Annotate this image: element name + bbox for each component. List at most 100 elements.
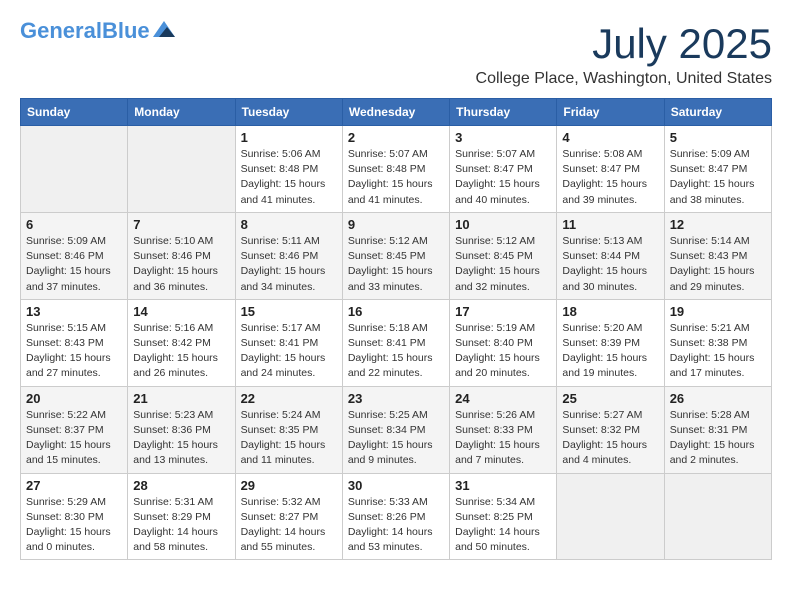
calendar-cell: 24Sunrise: 5:26 AMSunset: 8:33 PMDayligh… <box>450 386 557 473</box>
day-number: 9 <box>348 217 444 232</box>
calendar-cell: 5 Sunrise: 5:09 AMSunset: 8:47 PMDaylight… <box>664 126 771 213</box>
day-info: Sunrise: 5:06 AMSunset: 8:48 PMDaylight:… <box>241 147 337 208</box>
calendar-cell: 31 Sunrise: 5:34 AMSunset: 8:25 PMDayligh… <box>450 473 557 560</box>
day-number: 18 <box>562 304 658 319</box>
day-info: Sunrise: 5:34 AMSunset: 8:25 PMDaylight:… <box>455 495 551 556</box>
calendar-cell: 21Sunrise: 5:23 AMSunset: 8:36 PMDayligh… <box>128 386 235 473</box>
day-number: 23 <box>348 391 444 406</box>
day-info: Sunrise: 5:19 AMSunset: 8:40 PMDaylight:… <box>455 321 551 382</box>
logo-icon <box>153 21 175 37</box>
day-number: 25 <box>562 391 658 406</box>
day-info: Sunrise: 5:10 AMSunset: 8:46 PMDaylight:… <box>133 234 229 295</box>
day-number: 20 <box>26 391 122 406</box>
day-number: 6 <box>26 217 122 232</box>
calendar-cell: 29 Sunrise: 5:32 AMSunset: 8:27 PMDayligh… <box>235 473 342 560</box>
day-info: Sunrise: 5:08 AMSunset: 8:47 PMDaylight:… <box>562 147 658 208</box>
week-row-4: 27Sunrise: 5:29 AMSunset: 8:30 PMDayligh… <box>21 473 772 560</box>
calendar-cell: 8 Sunrise: 5:11 AMSunset: 8:46 PMDaylight… <box>235 212 342 299</box>
day-info: Sunrise: 5:33 AMSunset: 8:26 PMDaylight:… <box>348 495 444 556</box>
calendar-cell: 27Sunrise: 5:29 AMSunset: 8:30 PMDayligh… <box>21 473 128 560</box>
day-number: 12 <box>670 217 766 232</box>
calendar-cell: 22 Sunrise: 5:24 AMSunset: 8:35 PMDayligh… <box>235 386 342 473</box>
calendar-cell: 28 Sunrise: 5:31 AMSunset: 8:29 PMDayligh… <box>128 473 235 560</box>
logo-general: General <box>20 18 102 43</box>
day-number: 17 <box>455 304 551 319</box>
calendar-cell: 17 Sunrise: 5:19 AMSunset: 8:40 PMDayligh… <box>450 299 557 386</box>
header-day-sunday: Sunday <box>21 99 128 126</box>
day-info: Sunrise: 5:28 AMSunset: 8:31 PMDaylight:… <box>670 408 766 469</box>
header-day-friday: Friday <box>557 99 664 126</box>
calendar-cell: 7 Sunrise: 5:10 AMSunset: 8:46 PMDaylight… <box>128 212 235 299</box>
day-number: 3 <box>455 130 551 145</box>
week-row-0: 1 Sunrise: 5:06 AMSunset: 8:48 PMDaylight… <box>21 126 772 213</box>
day-info: Sunrise: 5:07 AMSunset: 8:47 PMDaylight:… <box>455 147 551 208</box>
day-info: Sunrise: 5:09 AMSunset: 8:46 PMDaylight:… <box>26 234 122 295</box>
day-number: 28 <box>133 478 229 493</box>
day-number: 31 <box>455 478 551 493</box>
calendar-cell: 26 Sunrise: 5:28 AMSunset: 8:31 PMDayligh… <box>664 386 771 473</box>
calendar-cell: 16 Sunrise: 5:18 AMSunset: 8:41 PMDayligh… <box>342 299 449 386</box>
day-info: Sunrise: 5:17 AMSunset: 8:41 PMDaylight:… <box>241 321 337 382</box>
day-info: Sunrise: 5:24 AMSunset: 8:35 PMDaylight:… <box>241 408 337 469</box>
logo: GeneralBlue <box>20 20 175 42</box>
day-info: Sunrise: 5:13 AMSunset: 8:44 PMDaylight:… <box>562 234 658 295</box>
day-number: 15 <box>241 304 337 319</box>
calendar-cell: 14Sunrise: 5:16 AMSunset: 8:42 PMDayligh… <box>128 299 235 386</box>
calendar-cell: 13Sunrise: 5:15 AMSunset: 8:43 PMDayligh… <box>21 299 128 386</box>
page-header: GeneralBlue July 2025 College Place, Was… <box>20 20 772 88</box>
calendar-cell: 1 Sunrise: 5:06 AMSunset: 8:48 PMDaylight… <box>235 126 342 213</box>
day-number: 29 <box>241 478 337 493</box>
week-row-2: 13Sunrise: 5:15 AMSunset: 8:43 PMDayligh… <box>21 299 772 386</box>
day-number: 8 <box>241 217 337 232</box>
header-day-saturday: Saturday <box>664 99 771 126</box>
calendar-cell: 20 Sunrise: 5:22 AMSunset: 8:37 PMDayligh… <box>21 386 128 473</box>
day-info: Sunrise: 5:32 AMSunset: 8:27 PMDaylight:… <box>241 495 337 556</box>
calendar-cell: 4 Sunrise: 5:08 AMSunset: 8:47 PMDaylight… <box>557 126 664 213</box>
day-number: 26 <box>670 391 766 406</box>
day-info: Sunrise: 5:11 AMSunset: 8:46 PMDaylight:… <box>241 234 337 295</box>
calendar-cell: 3 Sunrise: 5:07 AMSunset: 8:47 PMDaylight… <box>450 126 557 213</box>
day-info: Sunrise: 5:12 AMSunset: 8:45 PMDaylight:… <box>348 234 444 295</box>
calendar-cell: 19 Sunrise: 5:21 AMSunset: 8:38 PMDayligh… <box>664 299 771 386</box>
day-info: Sunrise: 5:31 AMSunset: 8:29 PMDaylight:… <box>133 495 229 556</box>
day-number: 1 <box>241 130 337 145</box>
day-info: Sunrise: 5:18 AMSunset: 8:41 PMDaylight:… <box>348 321 444 382</box>
calendar-cell: 6 Sunrise: 5:09 AMSunset: 8:46 PMDaylight… <box>21 212 128 299</box>
day-number: 5 <box>670 130 766 145</box>
day-info: Sunrise: 5:27 AMSunset: 8:32 PMDaylight:… <box>562 408 658 469</box>
day-number: 4 <box>562 130 658 145</box>
day-info: Sunrise: 5:09 AMSunset: 8:47 PMDaylight:… <box>670 147 766 208</box>
day-info: Sunrise: 5:23 AMSunset: 8:36 PMDaylight:… <box>133 408 229 469</box>
day-number: 7 <box>133 217 229 232</box>
day-number: 13 <box>26 304 122 319</box>
calendar-cell <box>664 473 771 560</box>
day-number: 10 <box>455 217 551 232</box>
calendar-body: 1 Sunrise: 5:06 AMSunset: 8:48 PMDaylight… <box>21 126 772 560</box>
day-info: Sunrise: 5:14 AMSunset: 8:43 PMDaylight:… <box>670 234 766 295</box>
calendar-cell: 23Sunrise: 5:25 AMSunset: 8:34 PMDayligh… <box>342 386 449 473</box>
header-day-tuesday: Tuesday <box>235 99 342 126</box>
day-info: Sunrise: 5:22 AMSunset: 8:37 PMDaylight:… <box>26 408 122 469</box>
day-number: 24 <box>455 391 551 406</box>
calendar-cell: 9 Sunrise: 5:12 AMSunset: 8:45 PMDaylight… <box>342 212 449 299</box>
day-number: 19 <box>670 304 766 319</box>
day-number: 22 <box>241 391 337 406</box>
calendar-header: SundayMondayTuesdayWednesdayThursdayFrid… <box>21 99 772 126</box>
calendar-cell: 25 Sunrise: 5:27 AMSunset: 8:32 PMDayligh… <box>557 386 664 473</box>
header-day-thursday: Thursday <box>450 99 557 126</box>
month-title: July 2025 <box>476 20 772 68</box>
day-info: Sunrise: 5:12 AMSunset: 8:45 PMDaylight:… <box>455 234 551 295</box>
calendar-cell <box>128 126 235 213</box>
title-block: July 2025 College Place, Washington, Uni… <box>476 20 772 88</box>
day-number: 14 <box>133 304 229 319</box>
day-number: 16 <box>348 304 444 319</box>
day-number: 30 <box>348 478 444 493</box>
calendar-cell: 15 Sunrise: 5:17 AMSunset: 8:41 PMDayligh… <box>235 299 342 386</box>
week-row-1: 6 Sunrise: 5:09 AMSunset: 8:46 PMDaylight… <box>21 212 772 299</box>
calendar-cell <box>21 126 128 213</box>
day-info: Sunrise: 5:21 AMSunset: 8:38 PMDaylight:… <box>670 321 766 382</box>
day-info: Sunrise: 5:07 AMSunset: 8:48 PMDaylight:… <box>348 147 444 208</box>
header-day-wednesday: Wednesday <box>342 99 449 126</box>
day-number: 2 <box>348 130 444 145</box>
header-day-monday: Monday <box>128 99 235 126</box>
